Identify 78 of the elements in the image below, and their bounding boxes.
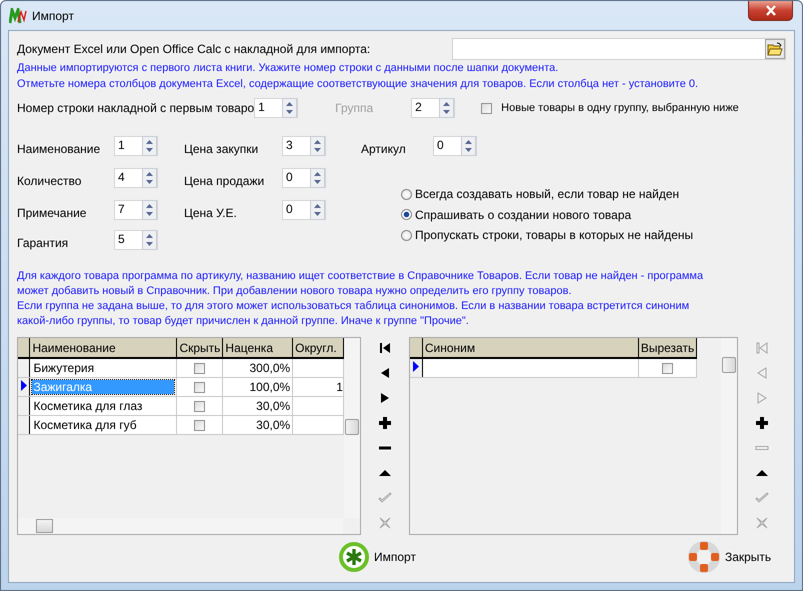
spin-arrows-icon[interactable] [310,200,325,220]
radio-label: Спрашивать о создании нового товара [415,208,632,222]
info-text: Данные импортируются с первого листа книги. Укажите номер строки с данными после шапки документа. [17,61,560,76]
number-field[interactable]: 1 [114,136,158,156]
table-cell: Косметика для губ [32,418,138,432]
number-field[interactable]: 4 [114,168,158,188]
note-text: Если группа не задана выше, то для этого может использоваться таблица синонимов. Если в названии товара встретится синоним какой-либо группы, то товар будет причислен к данной группе. Иначе к группе "Прочие". [17,299,690,329]
start-row-label: Номер строки накладной с первым товаро [17,101,254,115]
field-label: Количество [17,173,82,188]
number-field[interactable]: 1 [254,98,298,118]
radio-button[interactable] [401,188,412,200]
column-header[interactable]: Скрыть [176,338,223,358]
checkbox[interactable] [194,363,206,374]
field-label: Примечание [17,205,88,220]
column-header[interactable]: Синоним [422,338,638,358]
spin-arrows-icon[interactable] [142,136,157,156]
table-cell: 300,0% [249,361,290,375]
number-field[interactable]: 0 [433,136,477,156]
spin-arrows-icon[interactable] [310,168,325,188]
table-cell: Зажигалка [32,380,174,394]
vertical-scrollbar[interactable] [721,338,738,534]
asterisk-icon [339,542,369,572]
table-cell: Бижутерия [32,361,96,375]
lifebuoy-icon [688,541,720,573]
radio-button[interactable] [401,230,412,241]
checkbox[interactable] [481,102,492,114]
spin-arrows-icon[interactable] [142,200,157,220]
plus-icon[interactable] [378,416,392,430]
first-icon[interactable] [378,341,392,355]
radio-label: Всегда создавать новый, если товар не найден [415,187,680,202]
open-folder-button[interactable] [765,39,785,59]
radio-label: Пропускать строки, товары в которых не найдены [415,228,694,242]
number-field[interactable]: 5 [114,230,158,250]
spin-arrows-icon[interactable] [142,230,157,250]
field-label: Цена закупки [184,141,260,156]
info-text: Отметьте номера столбцов документа Excel, содержащие соответствующие значения для товаров. Если столбца нет - установите 0. [17,77,700,92]
table-cell: Косметика для глаз [32,399,144,413]
number-field[interactable]: 3 [282,136,326,156]
group-label: Группа [335,101,374,115]
number-field[interactable]: 0 [282,200,326,220]
checkbox[interactable] [662,363,674,374]
table-cell: 1 [336,380,343,394]
field-label: Цена продажи [184,173,266,188]
field-label: Гарантия [17,235,70,250]
spin-arrows-icon[interactable] [282,98,298,118]
plus-icon[interactable] [755,416,770,430]
table-cell: 30,0% [256,418,290,432]
import-button[interactable]: Импорт [339,542,416,572]
table-cell: 100,0% [249,380,290,394]
column-header[interactable]: Наименование [30,338,177,358]
column-header[interactable]: Вырезать [638,338,697,358]
close-icon [764,5,776,16]
close-button[interactable] [748,1,793,21]
spin-arrows-icon[interactable] [310,136,325,156]
field-label: Цена У.Е. [184,205,238,220]
spin-arrows-icon[interactable] [439,98,454,118]
checkbox[interactable] [194,401,206,412]
horizontal-scrollbar[interactable] [18,518,343,534]
close-dialog-button[interactable]: Закрыть [688,541,772,573]
file-path-field[interactable] [452,38,786,60]
note-text: Для каждого товара программа по артикулу, названию ищет соответствие в Справочнике Товаров. Если товар не найден - программа может добавить новый в Справочник. При добавлении нового товара нужно определить его группу товаров. [17,269,704,299]
field-label: Артикул [361,141,407,156]
radio-button[interactable] [401,209,412,220]
field-label: Наименование [17,141,102,156]
spin-arrows-icon[interactable] [461,136,476,156]
same-group-label: Новые товары в одну группу, выбранную ниже [501,102,739,114]
window-title: Импорт [32,8,74,22]
column-header[interactable]: Наценка [222,338,293,358]
number-field[interactable]: 7 [114,200,158,220]
table-cell: 30,0% [256,399,290,413]
spin-arrows-icon[interactable] [142,168,157,188]
app-logo-icon [9,8,27,24]
file-label: Документ Excel или Open Office Calc с накладной для импорта: [17,42,370,56]
checkbox[interactable] [194,420,206,432]
number-field[interactable]: 0 [282,168,326,188]
vertical-scrollbar[interactable] [344,338,360,518]
column-header[interactable]: Округл. [292,338,344,358]
checkbox[interactable] [194,382,206,394]
